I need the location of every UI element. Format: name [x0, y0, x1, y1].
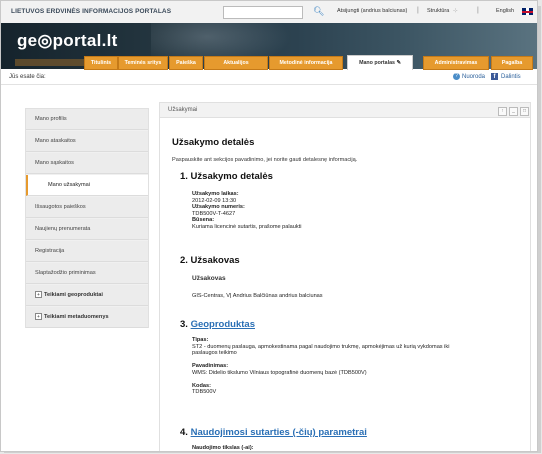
uk-flag-icon[interactable]: [522, 8, 533, 15]
customer-value: GIS-Centras, VĮ Andrius Balčiūnas andriu…: [192, 293, 323, 299]
sidebar-item-reports[interactable]: Mano ataskaitos: [26, 131, 148, 152]
type-value-cont: paslaugos teikimo: [192, 350, 237, 356]
sidebar-item-geoproducts[interactable]: + Teikiami geoproduktai: [26, 285, 148, 306]
code-value: TDB500V: [192, 389, 217, 395]
section-customer[interactable]: 2. Užsakovas: [180, 255, 240, 266]
sidebar-item-newsletter[interactable]: Naujienų prenumerata: [26, 219, 148, 240]
name-label: Pavadinimas:: [192, 363, 229, 369]
purpose-label-text: Naudojimo tikslas (-ai):: [192, 445, 254, 451]
share-button[interactable]: Dalintis: [501, 74, 521, 80]
geoportal-logo[interactable]: ge◎portal.lt: [17, 31, 118, 51]
section-number: 3.: [180, 319, 188, 330]
section-contract-params[interactable]: 4. Naudojimosi sutarties (-čių) parametr…: [180, 427, 367, 438]
nav-my-portal-label: Mano portalas: [359, 60, 395, 66]
sitemap-icon[interactable]: ⊹: [453, 8, 458, 14]
nav-themes[interactable]: Teminės sritys: [118, 56, 168, 70]
order-details-fields: Užsakymo laikas: 2012-02-09 13:30 Užsaky…: [192, 191, 301, 230]
sidebar-item-label: Teikiami geoproduktai: [44, 292, 103, 298]
type-label: Tipas:: [192, 337, 209, 343]
sidebar-item-label: Teikiami metaduomenys: [44, 314, 109, 320]
search-input[interactable]: [223, 6, 303, 19]
link-icon[interactable]: ?: [453, 73, 460, 80]
sidebar-item-saved-searches[interactable]: Išsaugotos paieškos: [26, 197, 148, 218]
nav-method-info[interactable]: Metodinė informacija: [269, 56, 343, 70]
nav-home[interactable]: Titulinis: [84, 56, 118, 70]
orders-panel: Užsakymai ↑ _ □ Užsakymo detalės Paspaus…: [159, 102, 531, 451]
top-separator: |: [417, 7, 419, 14]
nav-help[interactable]: Pagalba: [491, 56, 533, 70]
sidebar-item-profile[interactable]: Mano profilis: [26, 109, 148, 130]
order-time-value: 2012-02-09 13:30: [192, 197, 237, 204]
nav-search[interactable]: Paieška: [169, 56, 203, 70]
section-geoproduct[interactable]: 3. Geoproduktas: [180, 319, 255, 330]
order-time-label: Užsakymo laikas:: [192, 191, 239, 197]
status-value: Kuriama licencinė sutartis, prašome pala…: [192, 223, 302, 230]
panel-title: Užsakymai: [168, 107, 198, 113]
page-title: Užsakymo detalės: [172, 137, 255, 148]
edit-icon: ✎: [396, 60, 401, 66]
order-number-label: Užsakymo numeris:: [192, 204, 245, 210]
breadcrumb: Jūs esate čia: ? Nuoroda f Dalintis: [1, 70, 537, 85]
sidebar-item-registration[interactable]: Registracija: [26, 241, 148, 262]
status-label: Būsena:: [192, 217, 215, 223]
language-link[interactable]: English: [496, 8, 514, 14]
type-value: ST2 - duomenų paslauga, apmokestinama pa…: [192, 343, 450, 350]
top-separator: |: [477, 7, 479, 14]
section-number: 4.: [180, 427, 188, 438]
code-label: Kodas:: [192, 382, 211, 389]
search-icon[interactable]: 🔍︎: [313, 6, 324, 16]
section-order-details[interactable]: 1. Užsakymo detalės: [180, 171, 273, 182]
facebook-icon[interactable]: f: [491, 73, 498, 80]
maximize-icon[interactable]: □: [520, 107, 529, 116]
sidebar-item-metadata[interactable]: + Teikiami metaduomenys: [26, 307, 148, 328]
move-up-icon[interactable]: ↑: [498, 107, 507, 116]
browser-page: LIETUVOS ERDVINĖS INFORMACIJOS PORTALAS …: [0, 0, 538, 452]
sidebar-item-invoices[interactable]: Mano sąskaitos: [26, 153, 148, 174]
nav-news[interactable]: Aktualijos: [204, 56, 268, 70]
intro-text: Paspauskite ant sekcijos pavadinimo, jei…: [172, 157, 358, 163]
structure-link[interactable]: Struktūra: [427, 8, 449, 14]
sidebar-item-password-reminder[interactable]: Slaptažodžio priminimas: [26, 263, 148, 284]
link-button[interactable]: Nuoroda: [462, 74, 485, 80]
contract-params-link[interactable]: Naudojimosi sutarties (-čių) parametrai: [191, 427, 367, 438]
sidebar: Mano profilis Mano ataskaitos Mano sąska…: [25, 108, 149, 328]
top-bar: LIETUVOS ERDVINĖS INFORMACIJOS PORTALAS …: [1, 1, 537, 24]
nav-admin[interactable]: Administravimas: [423, 56, 489, 70]
panel-header: Užsakymai ↑ _ □: [160, 103, 530, 118]
breadcrumb-label: Jūs esate čia:: [9, 74, 46, 80]
sidebar-item-orders[interactable]: Mano užsakymai: [26, 175, 148, 196]
logout-link[interactable]: Atsijungti (andrius balciunas): [337, 8, 407, 14]
purpose-label: Naudojimo tikslas (-ai):: [192, 445, 254, 451]
geoproduct-fields: Tipas: ST2 - duomenų paslauga, apmokesti…: [192, 337, 449, 396]
customer-subheading: Užsakovas: [192, 275, 226, 282]
nav-my-portal[interactable]: Mano portalas ✎: [347, 55, 413, 71]
geoproduct-link[interactable]: Geoproduktas: [191, 319, 255, 330]
expand-icon[interactable]: +: [35, 291, 42, 299]
order-number-value: TDB500V-T-4627: [192, 210, 236, 217]
minimize-icon[interactable]: _: [509, 107, 518, 116]
site-title[interactable]: LIETUVOS ERDVINĖS INFORMACIJOS PORTALAS: [11, 8, 171, 15]
expand-icon[interactable]: +: [35, 313, 42, 321]
name-value: WMS: Didelio tikslumo Vilniaus topografi…: [192, 369, 367, 376]
main-nav: Titulinis Teminės sritys Paieška Aktuali…: [1, 55, 537, 71]
